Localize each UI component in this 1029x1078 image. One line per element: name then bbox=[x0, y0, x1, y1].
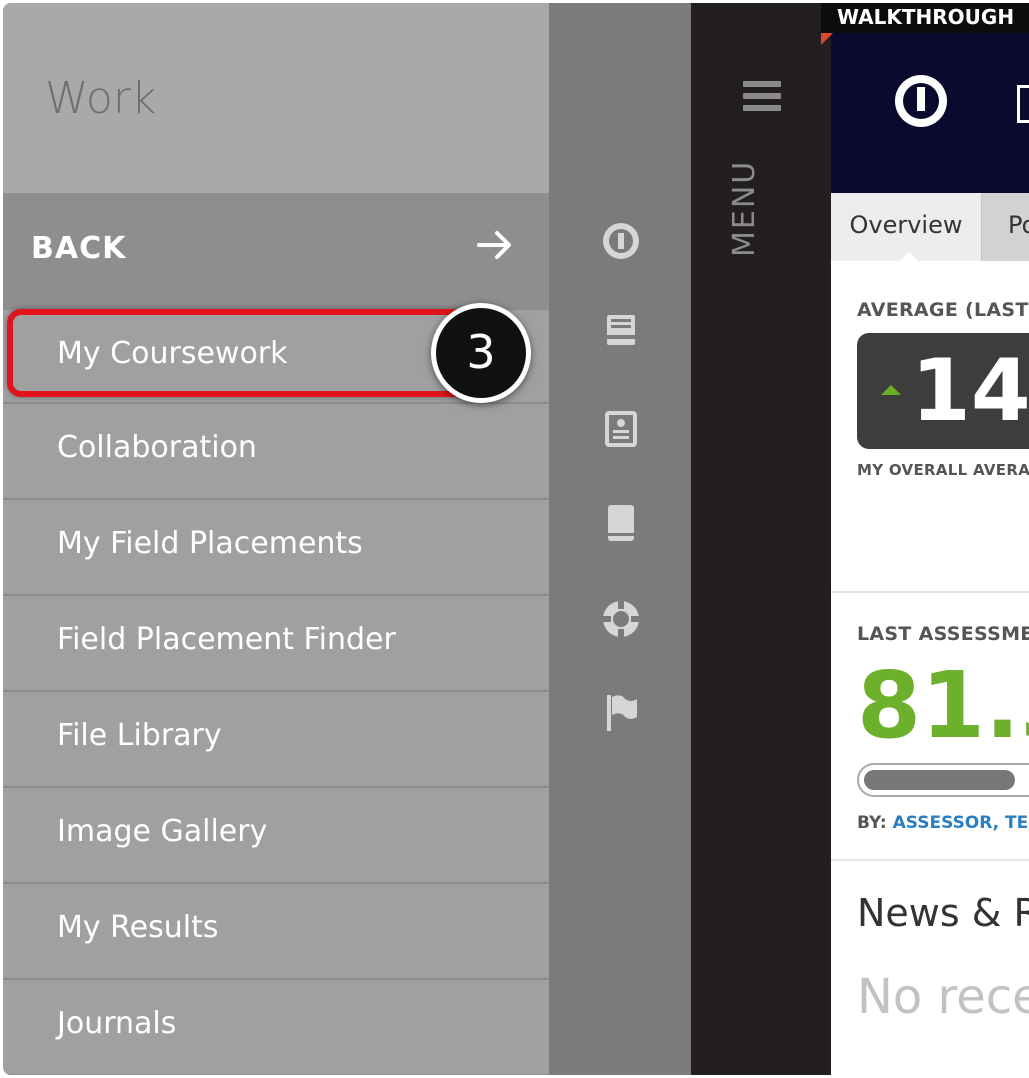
step-highlight-box bbox=[7, 309, 477, 397]
submenu-title: Work bbox=[45, 73, 157, 124]
portfolio-icon[interactable] bbox=[599, 407, 643, 451]
menu-item-image-gallery[interactable]: Image Gallery bbox=[3, 788, 549, 884]
trend-up-icon bbox=[881, 385, 901, 395]
page-icon[interactable] bbox=[1017, 85, 1029, 123]
back-label: BACK bbox=[31, 231, 127, 266]
assessment-progress-bar bbox=[857, 763, 1029, 797]
dashboard-tabs: Overview Po bbox=[831, 193, 1029, 262]
submenu-header: Work bbox=[3, 3, 549, 193]
menu-item-collaboration[interactable]: Collaboration bbox=[3, 404, 549, 500]
tab-overview[interactable]: Overview bbox=[831, 193, 981, 262]
step-number-badge: 3 bbox=[431, 303, 531, 403]
menu-item-field-placement-finder[interactable]: Field Placement Finder bbox=[3, 596, 549, 692]
menu-item-label: My Field Placements bbox=[57, 526, 363, 561]
progress-fill bbox=[864, 770, 1015, 790]
menu-item-file-library[interactable]: File Library bbox=[3, 692, 549, 788]
section-divider bbox=[831, 859, 1029, 861]
no-recent-text: No rece bbox=[857, 969, 1029, 1025]
menu-item-label: Collaboration bbox=[57, 430, 257, 465]
inbox-icon[interactable] bbox=[599, 309, 643, 353]
last-assessment-value: 81.3 bbox=[857, 652, 1029, 759]
menu-item-label: Field Placement Finder bbox=[57, 622, 396, 657]
menu-item-my-field-placements[interactable]: My Field Placements bbox=[3, 500, 549, 596]
app-logo-icon[interactable] bbox=[893, 73, 949, 129]
icon-rail bbox=[549, 3, 691, 1075]
walkthrough-banner[interactable]: WALKTHROUGH bbox=[821, 3, 1029, 33]
menu-item-journals[interactable]: Journals bbox=[3, 980, 549, 1075]
book-icon[interactable] bbox=[599, 501, 643, 545]
hamburger-icon[interactable] bbox=[743, 81, 781, 115]
average-score-box: 14 bbox=[857, 333, 1029, 449]
flag-icon[interactable] bbox=[599, 691, 643, 735]
section-divider bbox=[831, 591, 1029, 593]
lifebuoy-icon[interactable] bbox=[599, 597, 643, 641]
menu-item-label: Image Gallery bbox=[57, 814, 268, 849]
average-value: 14 bbox=[911, 341, 1029, 441]
top-bar bbox=[831, 33, 1029, 193]
submenu-list: My Coursework Collaboration My Field Pla… bbox=[3, 310, 549, 1075]
assessor-link[interactable]: ASSESSOR, TEST bbox=[893, 813, 1029, 833]
main-menu-strip: MENU bbox=[691, 3, 831, 1075]
menu-item-my-results[interactable]: My Results bbox=[3, 884, 549, 980]
work-submenu: Work BACK My Coursework Collaboration My… bbox=[3, 3, 549, 1075]
dashboard-panel: WALKTHROUGH Overview Po AVERAGE (LAST 14… bbox=[821, 3, 1029, 1075]
menu-label[interactable]: MENU bbox=[727, 137, 767, 257]
back-button[interactable]: BACK bbox=[3, 193, 549, 310]
by-label: BY: bbox=[857, 813, 887, 833]
overall-average-label: MY OVERALL AVERA bbox=[857, 461, 1029, 479]
menu-item-label: File Library bbox=[57, 718, 222, 753]
menu-item-label: Journals bbox=[57, 1006, 177, 1041]
average-label: AVERAGE (LAST bbox=[857, 299, 1029, 321]
app-window: Work BACK My Coursework Collaboration My… bbox=[3, 3, 1029, 1075]
dashboard-icon[interactable] bbox=[599, 219, 643, 263]
menu-item-label: My Results bbox=[57, 910, 219, 945]
last-assessment-label: LAST ASSESSME bbox=[857, 623, 1029, 645]
news-title: News & R bbox=[857, 891, 1029, 935]
arrow-right-icon bbox=[477, 231, 511, 259]
assessor-row: BY: ASSESSOR, TEST bbox=[857, 813, 1029, 833]
walkthrough-corner bbox=[821, 33, 833, 45]
tab-po[interactable]: Po bbox=[981, 193, 1029, 261]
